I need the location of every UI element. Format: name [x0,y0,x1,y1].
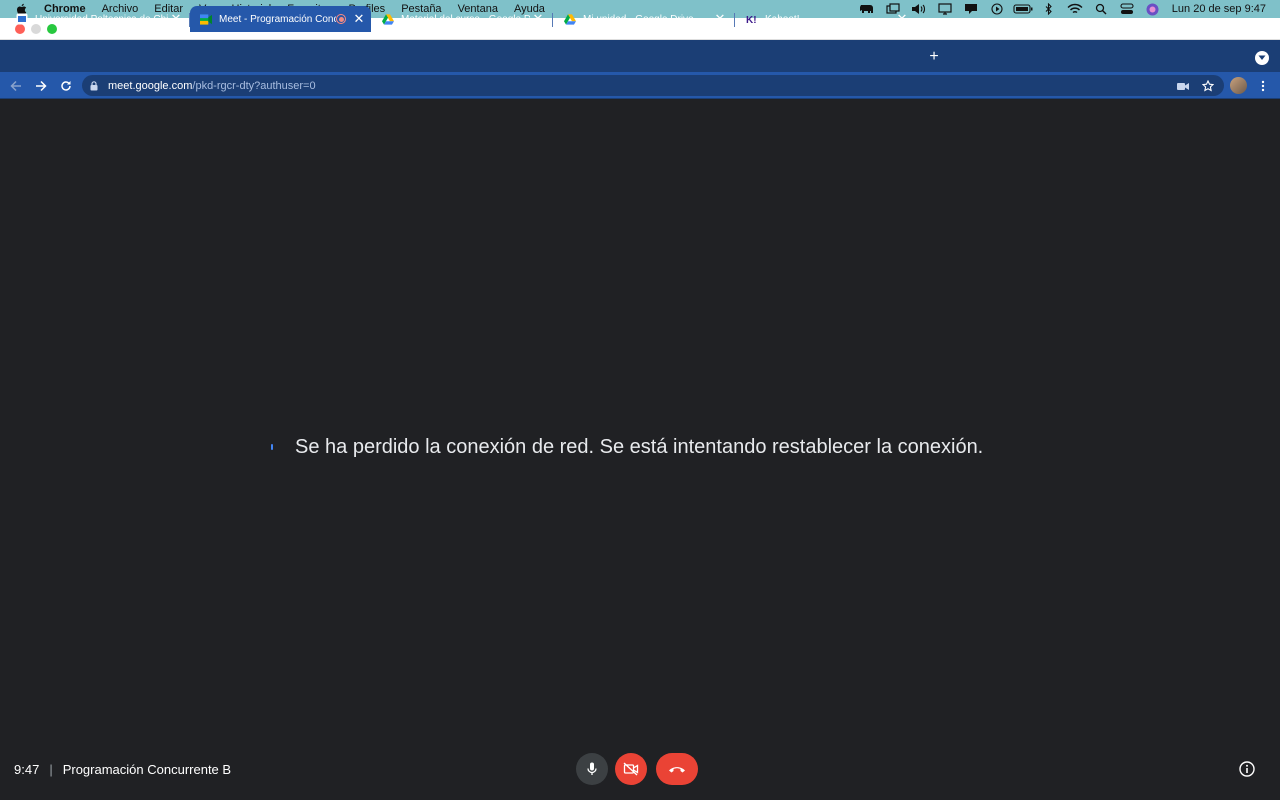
browser-toolbar: meet.google.com/pkd-rgcr-dty?authuser=0 [0,72,1280,99]
bookmark-button[interactable] [1198,76,1218,96]
tab-material-del-curso[interactable]: Material del curso - Google Drive ✕ [372,6,550,32]
arrow-right-icon [36,80,47,92]
display-icon[interactable] [934,0,956,18]
tab-title: Meet - Programación Concurrente B [219,13,336,25]
bluetooth-icon[interactable] [1038,0,1060,18]
more-vertical-icon [1261,80,1265,92]
tab-close-icon[interactable]: ✕ [894,11,910,27]
lock-icon[interactable] [90,80,100,91]
url-path: /pkd-rgcr-dty?authuser=0 [192,79,316,92]
meeting-name[interactable]: Programación Concurrente B [63,762,231,777]
tab-title: Material del curso - Google Drive [401,13,530,25]
reconnect-message: Se ha perdido la conexión de red. Se est… [295,436,984,458]
drive-favicon-icon [564,13,576,25]
tab-close-icon[interactable]: ✕ [168,11,184,27]
meeting-time: 9:47 [14,762,40,777]
tab-title: Mi unidad - Google Drive [583,13,694,25]
address-bar[interactable]: meet.google.com/pkd-rgcr-dty?authuser=0 [82,75,1224,96]
wifi-icon[interactable] [1064,0,1086,18]
kahoot-favicon-icon: K! [746,13,758,25]
profile-avatar[interactable] [1230,77,1247,94]
status-area: Lun 20 de sep 9:47 [852,0,1280,18]
camera-off-icon [623,762,639,776]
tab-meet[interactable]: Meet - Programación Concurrente B ✕ [190,6,371,32]
info-icon [1239,761,1255,777]
reconnect-banner: Se ha perdido la conexión de red. Se est… [268,436,983,459]
chrome-menu-button[interactable] [1253,76,1273,96]
video-camera-icon [1177,82,1189,90]
tab-kahoot[interactable]: K! Kahoot! ✕ [736,6,914,32]
tab-strip [0,40,1280,72]
reload-button[interactable] [56,76,76,96]
spotlight-search-icon[interactable] [1090,0,1112,18]
svg-text:K!: K! [746,15,757,25]
microphone-icon [587,762,597,775]
leave-call-button[interactable] [656,753,698,785]
arrow-left-icon [10,80,21,92]
tab-title: Universidad Poltecnica de Chiapas [35,13,168,25]
university-favicon-icon [16,13,28,25]
tab-separator [734,13,735,27]
back-button[interactable] [6,76,26,96]
tab-title: Kahoot! [765,13,800,25]
tab-close-icon[interactable]: ✕ [351,11,367,27]
loading-spinner-icon [268,443,276,452]
chevron-down-icon [1258,55,1266,60]
new-tab-button[interactable]: + [925,48,943,66]
reload-icon [61,81,71,91]
control-center-icon[interactable] [1116,0,1138,18]
menubar-clock[interactable]: Lun 20 de sep 9:47 [1172,3,1280,15]
notifications-icon[interactable] [960,0,982,18]
meeting-details: 9:47 | Programación Concurrente B [14,762,231,777]
meet-favicon-icon [200,13,212,25]
tab-separator [552,13,553,27]
star-icon [1202,80,1214,92]
play-icon[interactable] [986,0,1008,18]
details-separator: | [49,762,53,777]
tab-close-icon[interactable]: ✕ [530,11,546,27]
tab-universidad[interactable]: Universidad Poltecnica de Chiapas ✕ [6,6,188,32]
url-host: meet.google.com [108,79,193,92]
hang-up-icon [669,766,685,772]
siri-icon[interactable] [1142,0,1164,18]
camera-in-use-button[interactable] [1173,76,1193,96]
forward-button[interactable] [31,76,51,96]
tab-close-icon[interactable]: ✕ [712,11,728,27]
recording-indicator-icon [336,14,346,24]
tab-mi-unidad[interactable]: Mi unidad - Google Drive ✕ [554,6,732,32]
battery-icon[interactable] [1012,0,1034,18]
meeting-info-button[interactable] [1238,760,1256,778]
tab-search-button[interactable] [1255,51,1269,65]
microphone-button[interactable] [576,753,608,785]
meet-stage: Se ha perdido la conexión de red. Se est… [0,100,1280,800]
camera-off-button[interactable] [615,753,647,785]
drive-favicon-icon [382,13,394,25]
